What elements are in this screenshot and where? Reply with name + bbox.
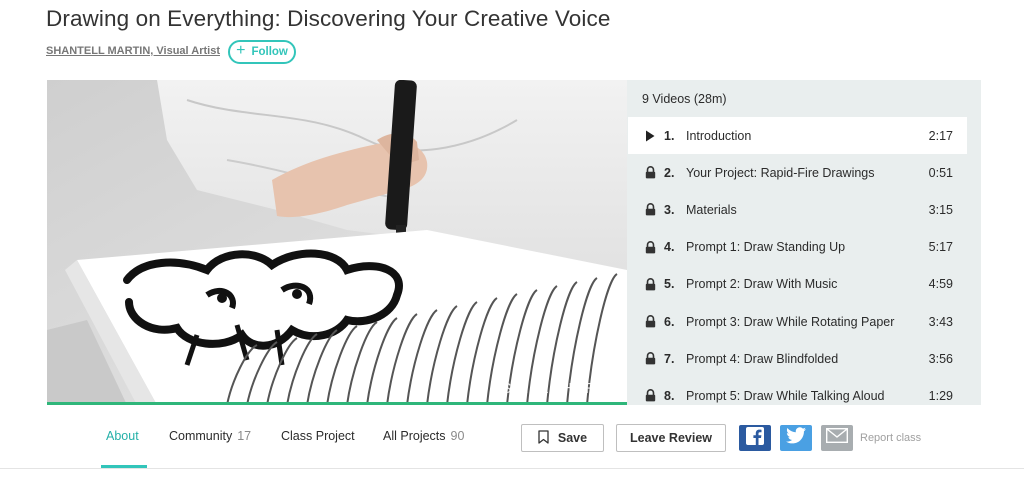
video-frame-image <box>47 80 627 405</box>
skillshare-watermark: SKILLSHARE <box>501 380 609 397</box>
tab-label: All Projects <box>383 429 446 443</box>
playlist-item-duration: 3:43 <box>928 314 953 329</box>
playlist-item-duration: 2:17 <box>928 128 953 143</box>
save-label: Save <box>557 431 588 445</box>
follow-label: Follow <box>251 46 288 58</box>
playlist-item-duration: 4:59 <box>928 277 953 292</box>
playlist-item[interactable]: 1. Introduction 2:17 <box>628 117 967 154</box>
lock-icon <box>643 315 657 328</box>
playlist-item-number: 8. <box>664 388 675 403</box>
twitter-icon <box>786 427 806 449</box>
playlist-item[interactable]: 3. Materials 3:15 <box>628 191 967 228</box>
leave-review-button[interactable]: Leave Review <box>616 424 726 452</box>
playlist-item-number: 3. <box>664 202 675 217</box>
playlist-item-duration: 5:17 <box>928 240 953 255</box>
playlist-item-title: Prompt 1: Draw Standing Up <box>686 240 846 255</box>
bookmark-icon <box>538 429 549 447</box>
lock-icon <box>643 389 657 402</box>
playlist-item-title: Materials <box>686 202 737 217</box>
video-progress-fill <box>47 402 627 405</box>
author-link[interactable]: SHANTELL MARTIN, Visual Artist <box>46 45 220 57</box>
email-share-button[interactable] <box>821 425 853 451</box>
lock-icon <box>643 277 657 291</box>
playlist-item-title: Your Project: Rapid-Fire Drawings <box>686 165 875 180</box>
tab-community[interactable]: Community 17 <box>169 429 251 443</box>
lock-icon <box>643 352 657 365</box>
report-class-link[interactable]: Report class <box>860 432 921 444</box>
tab-count: 17 <box>237 429 252 443</box>
playlist-item-duration: 3:15 <box>928 202 953 217</box>
playlist-item-number: 5. <box>664 277 675 292</box>
tab-label: Community <box>169 429 233 443</box>
playlist-item-title: Prompt 4: Draw Blindfolded <box>686 351 839 366</box>
playlist-item-duration: 3:56 <box>928 351 953 366</box>
tab-label: Class Project <box>281 429 355 443</box>
playlist-item-title: Prompt 5: Draw While Talking Aloud <box>686 388 885 403</box>
review-label: Leave Review <box>630 431 712 445</box>
tab-count: 90 <box>450 429 465 443</box>
playlist-item-number: 6. <box>664 314 675 329</box>
video-player[interactable]: SKILLSHARE <box>47 80 627 405</box>
playlist-item-title: Prompt 3: Draw While Rotating Paper <box>686 314 895 329</box>
course-title: Drawing on Everything: Discovering Your … <box>46 6 611 31</box>
playlist-item-duration: 0:51 <box>928 165 953 180</box>
divider <box>0 468 1024 469</box>
tab-label: About <box>106 429 139 443</box>
lock-icon <box>643 240 657 254</box>
video-playlist: 9 Videos (28m) 1. Introduction 2:17 2. Your … <box>627 80 981 405</box>
playlist-item[interactable]: 6. Prompt 3: Draw While Rotating Paper 3:4… <box>628 303 967 340</box>
playlist-item-title: Prompt 2: Draw With Music <box>686 277 838 292</box>
twitter-share-button[interactable] <box>780 425 812 451</box>
playlist-item-duration: 1:29 <box>928 388 953 403</box>
playlist-item[interactable]: 4. Prompt 1: Draw Standing Up 5:17 <box>628 229 967 266</box>
lock-icon <box>643 203 657 216</box>
playlist-item-number: 4. <box>664 240 675 255</box>
play-icon <box>643 130 657 142</box>
plus-icon: + <box>236 42 246 59</box>
playlist-item[interactable]: 2. Your Project: Rapid-Fire Drawings 0:51 <box>628 154 967 191</box>
playlist-item-number: 1. <box>664 128 675 143</box>
playlist-header: 9 Videos (28m) <box>642 92 727 106</box>
facebook-share-button[interactable] <box>739 425 771 451</box>
video-progress-bar[interactable] <box>47 402 627 405</box>
playlist-item[interactable]: 8. Prompt 5: Draw While Talking Aloud 1:29 <box>628 377 967 405</box>
tab-class-project[interactable]: Class Project <box>281 429 355 443</box>
follow-button[interactable]: + Follow <box>228 40 296 64</box>
tab-all-projects[interactable]: All Projects 90 <box>383 429 464 443</box>
playlist-item[interactable]: 5. Prompt 2: Draw With Music 4:59 <box>628 266 967 303</box>
playlist-item-title: Introduction <box>686 128 752 143</box>
lock-icon <box>643 166 657 179</box>
playlist-item[interactable]: 7. Prompt 4: Draw Blindfolded 3:56 <box>628 340 967 377</box>
tab-about[interactable]: About <box>106 429 139 443</box>
mail-icon <box>825 427 849 448</box>
save-button[interactable]: Save <box>521 424 604 452</box>
playlist-item-number: 2. <box>664 165 675 180</box>
facebook-icon <box>746 426 764 450</box>
playlist-item-number: 7. <box>664 351 675 366</box>
